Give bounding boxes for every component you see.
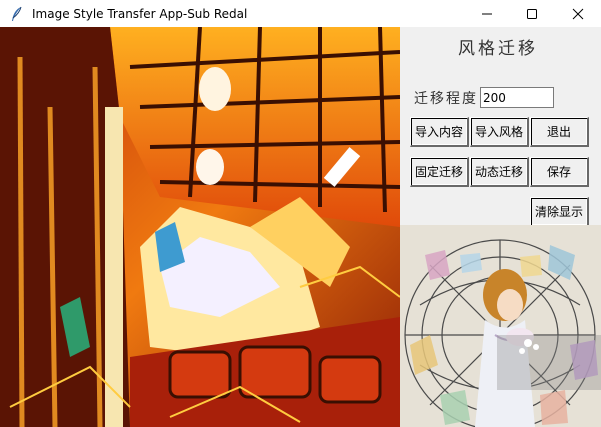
panel-title: 风格迁移	[458, 39, 538, 59]
style-image	[400, 225, 601, 427]
window-title: Image Style Transfer App-Sub Redal	[32, 6, 248, 21]
stylized-image	[0, 27, 400, 427]
title-bar: Image Style Transfer App-Sub Redal	[0, 0, 601, 27]
minimize-button[interactable]	[464, 0, 510, 27]
content-image-canvas	[0, 27, 400, 427]
clear-display-button[interactable]: 清除显示	[530, 197, 589, 227]
close-button[interactable]	[555, 0, 601, 27]
import-content-button[interactable]: 导入内容	[410, 117, 469, 147]
close-icon	[572, 8, 584, 19]
style-image-canvas	[400, 225, 601, 427]
fixed-transfer-button[interactable]: 固定迁移	[410, 157, 469, 187]
exit-button[interactable]: 退出	[530, 117, 589, 147]
feather-icon	[12, 6, 22, 21]
maximize-button[interactable]	[509, 0, 555, 27]
transfer-degree-label: 迁移程度	[414, 91, 478, 107]
save-button[interactable]: 保存	[530, 157, 589, 187]
import-style-button[interactable]: 导入风格	[470, 117, 529, 147]
maximize-icon	[527, 8, 537, 19]
transfer-degree-input[interactable]	[480, 87, 554, 108]
minimize-icon	[482, 13, 492, 14]
dynamic-transfer-button[interactable]: 动态迁移	[470, 157, 529, 187]
